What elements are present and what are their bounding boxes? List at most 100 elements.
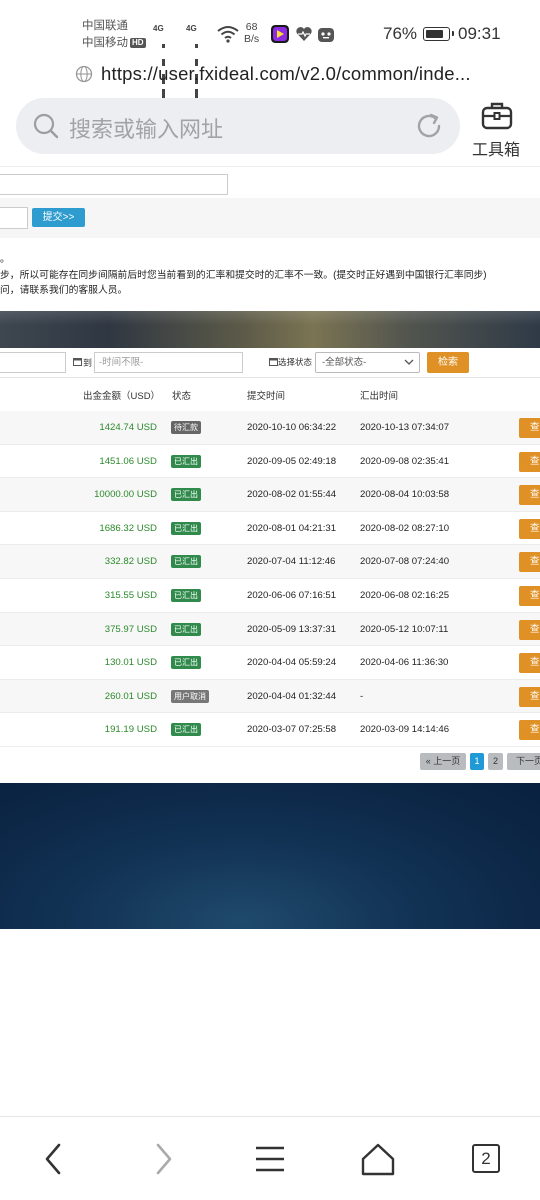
forward-icon[interactable]: [145, 1141, 181, 1177]
amount-cell: 1451.06 USD: [99, 455, 157, 467]
view-button[interactable]: 查: [519, 418, 540, 438]
view-button[interactable]: 查: [519, 720, 540, 741]
amount-cell: 260.01 USD: [104, 690, 157, 702]
url-bar[interactable]: https://user.fxideal.com/v2.0/common/ind…: [0, 62, 540, 88]
banner-image: [0, 311, 540, 348]
view-button[interactable]: 查: [519, 653, 540, 674]
tabs-button[interactable]: 2: [472, 1144, 500, 1173]
status-badge: 已汇出: [171, 454, 201, 468]
page-1-button[interactable]: 1: [470, 753, 484, 770]
out-time-cell: 2020-04-06 11:36:30: [360, 657, 449, 669]
status-filter-label: 选择状态: [278, 357, 313, 367]
robot-app-icon: [318, 28, 334, 42]
header-submit-time: 提交时间: [247, 391, 286, 402]
search-icon: [33, 113, 59, 139]
view-button[interactable]: 查: [519, 586, 540, 606]
status-badge: 已汇出: [171, 656, 201, 670]
toolbox-icon: [481, 102, 513, 130]
back-icon[interactable]: [36, 1141, 72, 1177]
out-time-cell: 2020-08-02 08:27:10: [360, 522, 450, 534]
code-input[interactable]: [0, 207, 28, 229]
submit-button[interactable]: 提交>>: [32, 208, 85, 227]
page-2-button[interactable]: 2: [488, 753, 503, 770]
amount-cell: 1424.74 USD: [99, 422, 157, 433]
form-row-2: 提交>>: [0, 198, 540, 238]
search-box[interactable]: 搜索或输入网址: [16, 98, 460, 154]
form-row-1: [0, 166, 540, 198]
toolbox-button[interactable]: 工具箱: [470, 98, 526, 159]
header-out-time: 汇出时间: [360, 391, 399, 402]
status-badge: 已汇出: [171, 521, 201, 535]
table-row: 260.01 USD 用户取消 2020-04-04 01:32:44 - 查: [0, 679, 540, 714]
notice-line-3: 问，请联系我们的客服人员。: [0, 285, 128, 296]
out-time-cell: 2020-05-12 10:07:11: [360, 623, 449, 635]
status-badge: 已汇出: [171, 488, 201, 502]
reload-icon[interactable]: [414, 111, 444, 141]
out-time-cell: 2020-03-09 14:14:46: [360, 724, 450, 736]
view-button[interactable]: 查: [519, 552, 540, 573]
header-status: 状态: [172, 391, 192, 402]
prev-page-button[interactable]: « 上一页: [420, 753, 466, 770]
status-select[interactable]: -全部状态-: [315, 352, 420, 373]
submit-time-cell: 2020-07-04 11:12:46: [247, 556, 336, 568]
url-text[interactable]: https://user.fxideal.com/v2.0/common/ind…: [101, 63, 471, 85]
search-placeholder: 搜索或输入网址: [69, 117, 224, 142]
text-input[interactable]: [0, 174, 228, 195]
amount-cell: 10000.00 USD: [94, 489, 157, 501]
pagination: « 上一页 1 2 下一页: [0, 749, 540, 783]
submit-time-cell: 2020-09-05 02:49:18: [247, 455, 337, 467]
end-time-input[interactable]: -时间不限-: [94, 352, 243, 373]
hd-badge: HD: [130, 38, 146, 48]
search-button[interactable]: 检索: [427, 352, 469, 373]
header-amount: 出金金额（USD）: [83, 391, 161, 402]
notice-text: 。 步，所以可能存在同步间隔前后时您当前看到的汇率和提交时的汇率不一致。(提交时…: [0, 252, 487, 299]
amount-cell: 1686.32 USD: [99, 522, 157, 534]
calendar-icon: [73, 358, 82, 366]
view-button[interactable]: 查: [519, 686, 540, 707]
view-button[interactable]: 查: [519, 619, 540, 640]
battery-percentage: 76%: [383, 24, 418, 43]
view-button[interactable]: 查: [519, 485, 540, 506]
submit-time-cell: 2020-08-02 01:55:44: [247, 489, 337, 501]
status-badge: 待汇款: [171, 421, 201, 434]
notice-line-1: 。: [0, 254, 10, 265]
submit-time-cell: 2020-04-04 05:59:24: [247, 657, 337, 669]
browser-nav-bar: 2: [0, 1116, 540, 1200]
start-time-input[interactable]: [0, 352, 66, 373]
carrier-2: 中国移动: [82, 37, 128, 49]
table-row: 375.97 USD 已汇出 2020-05-09 13:37:31 2020-05-…: [0, 612, 540, 647]
out-time-cell: 2020-10-13 07:34:07: [360, 422, 450, 433]
amount-cell: 375.97 USD: [104, 623, 157, 635]
view-button[interactable]: 查: [519, 451, 540, 472]
view-button[interactable]: 查: [519, 518, 540, 539]
out-time-cell: 2020-08-04 10:03:58: [360, 489, 450, 501]
table-header: 出金金额（USD） 状态 提交时间 汇出时间: [0, 378, 540, 411]
out-time-cell: 2020-06-08 02:16:25: [360, 590, 450, 601]
status-badge: 已汇出: [171, 589, 201, 602]
toolbox-label: 工具箱: [472, 142, 521, 159]
filter-bar: 到 -时间不限- 选择状态 -全部状态- 检索: [0, 348, 540, 378]
status-bar: 中国联通 中国移动 HD 4G 4G 68 B/s 76% 09:31: [0, 0, 540, 102]
out-time-cell: 2020-09-08 02:35:41: [360, 455, 450, 467]
status-badge: 已汇出: [171, 723, 201, 737]
net-speed: 68 B/s: [244, 21, 260, 45]
menu-icon[interactable]: [252, 1141, 288, 1177]
web-content: 提交>> 。 步，所以可能存在同步间隔前后时您当前看到的汇率和提交时的汇率不一致…: [0, 166, 540, 934]
globe-icon: [75, 65, 93, 83]
home-icon[interactable]: [360, 1141, 396, 1177]
carrier-1: 中国联通: [82, 20, 128, 32]
amount-cell: 332.82 USD: [104, 556, 157, 568]
table-row: 130.01 USD 已汇出 2020-04-04 05:59:24 2020-04-…: [0, 646, 540, 680]
next-page-button[interactable]: 下一页: [507, 753, 540, 770]
battery-icon: [423, 27, 454, 41]
table-row: 191.19 USD 已汇出 2020-03-07 07:25:58 2020-03-…: [0, 713, 540, 747]
table-row: 315.55 USD 已汇出 2020-06-06 07:16:51 2020-06-…: [0, 579, 540, 613]
out-time-cell: -: [360, 690, 364, 702]
table-row: 1451.06 USD 已汇出 2020-09-05 02:49:18 2020-09…: [0, 445, 540, 479]
table-row: 332.82 USD 已汇出 2020-07-04 11:12:46 2020-07-…: [0, 545, 540, 579]
chevron-down-icon: [404, 359, 414, 365]
amount-cell: 130.01 USD: [104, 657, 157, 669]
submit-time-cell: 2020-05-09 13:37:31: [247, 623, 337, 635]
clock: 09:31: [458, 24, 501, 43]
table-row: 1424.74 USD 待汇款 2020-10-10 06:34:22 2020-10…: [0, 411, 540, 445]
